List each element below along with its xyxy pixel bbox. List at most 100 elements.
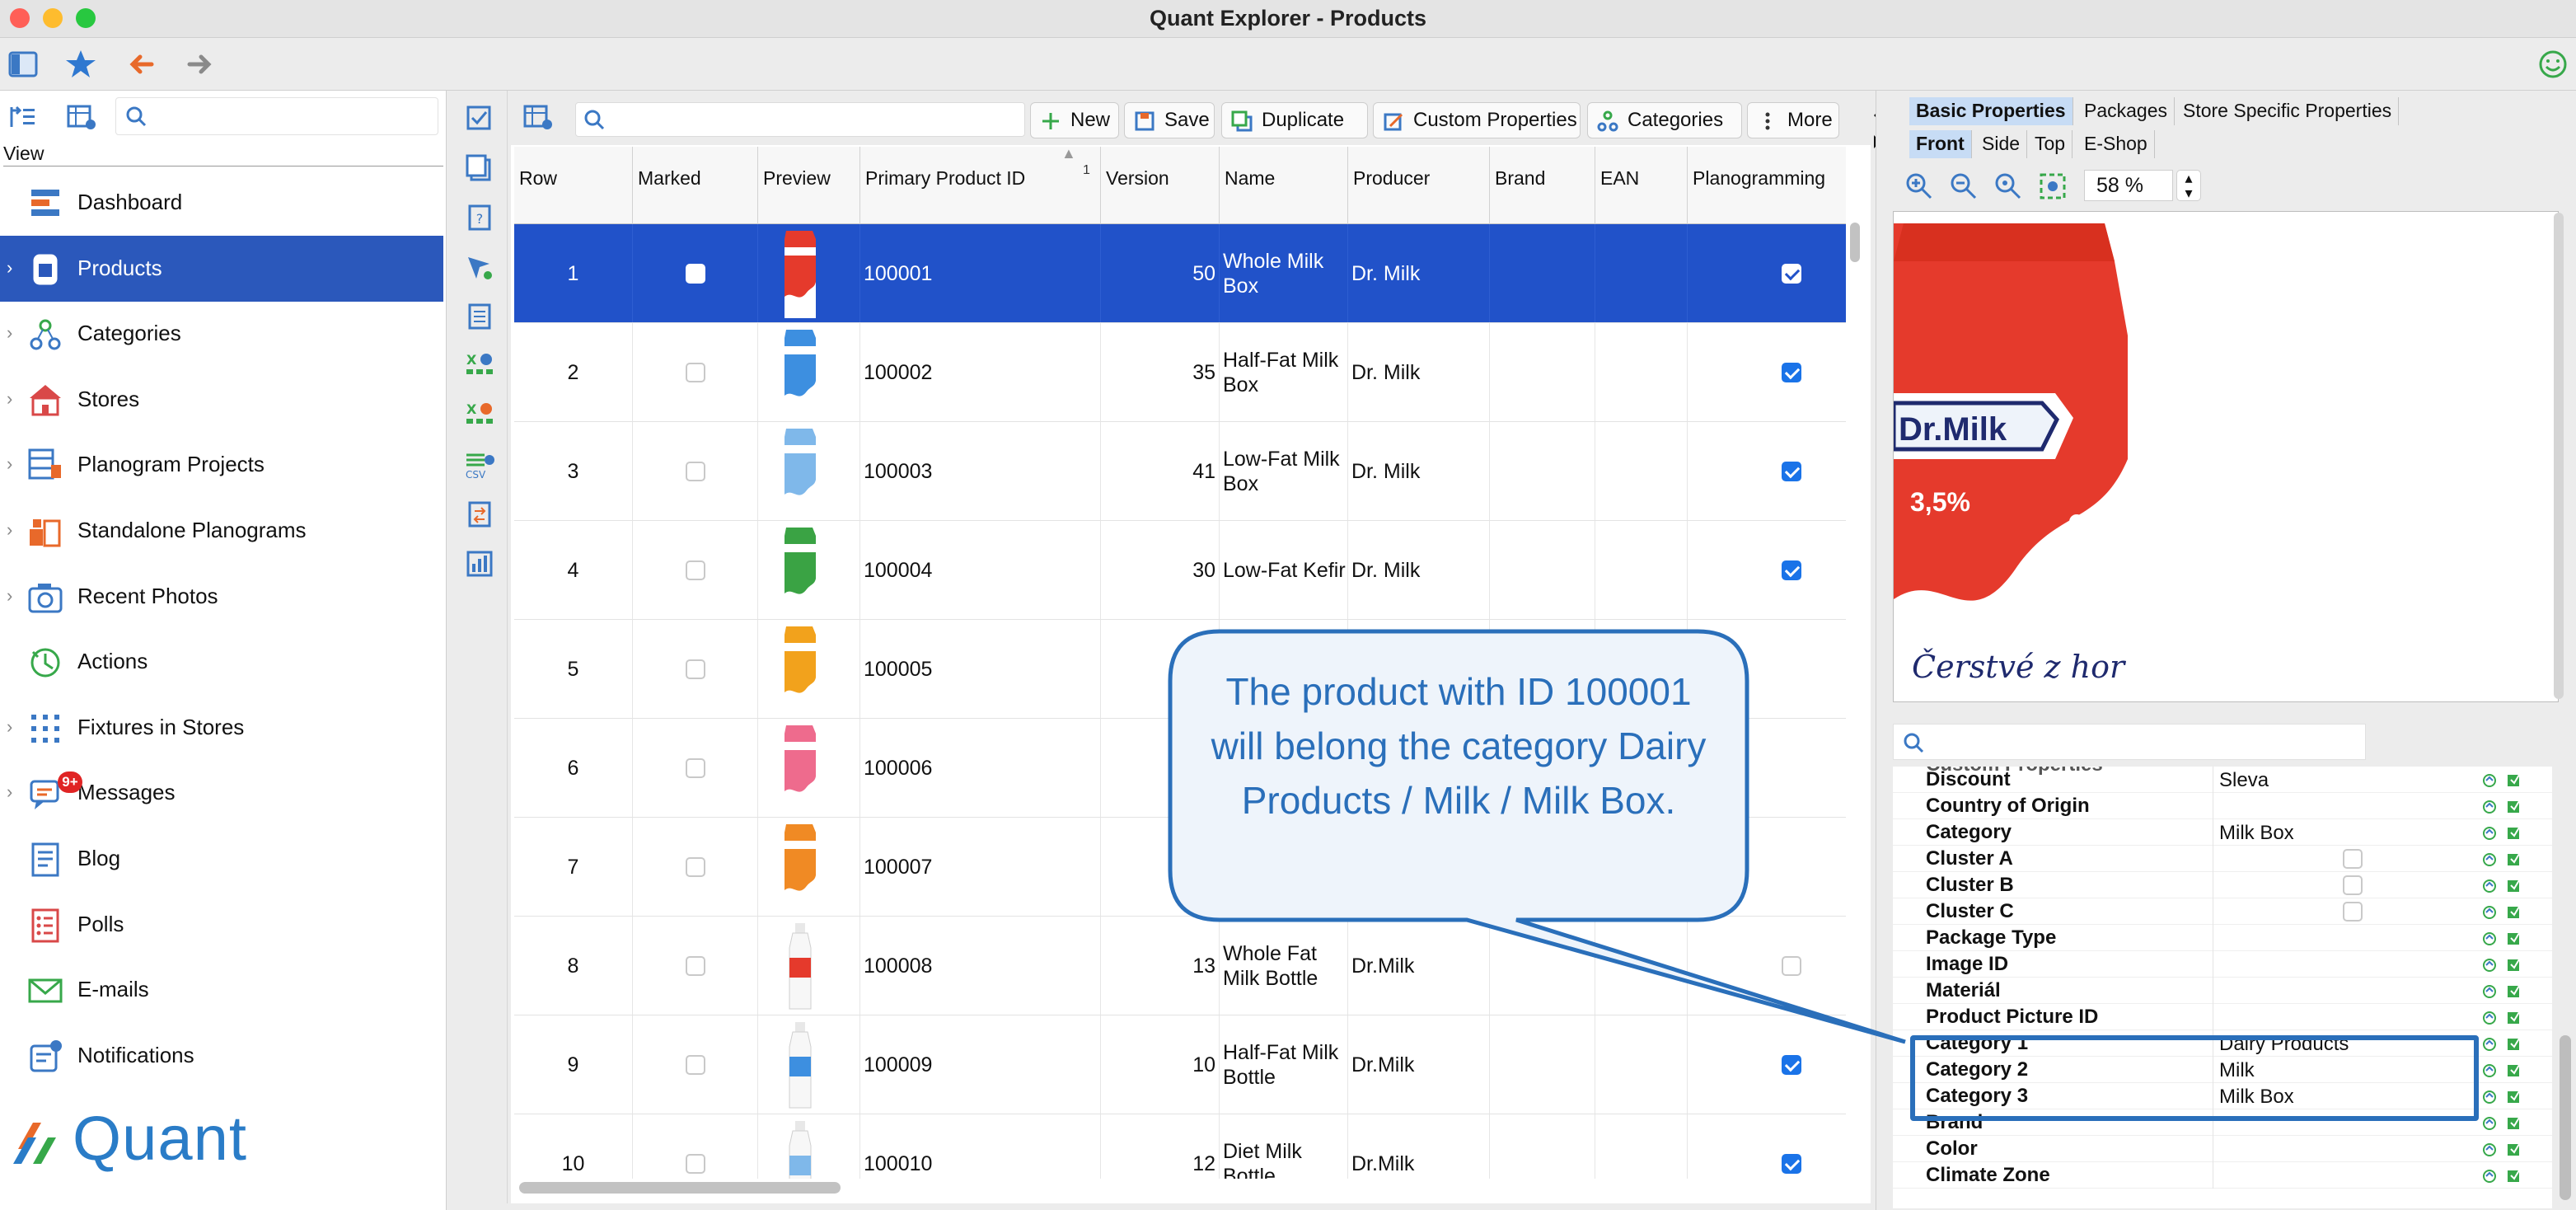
sidebar-item-standalone-planograms[interactable]: › Standalone Planograms <box>0 498 443 564</box>
check-list-icon[interactable] <box>463 102 496 135</box>
sidebar-item-stores[interactable]: › Stores <box>0 367 443 433</box>
properties-search-input[interactable] <box>1893 724 2366 760</box>
sidebar-item-categories[interactable]: › Categories <box>0 301 443 367</box>
sidebar-item-actions[interactable]: Actions <box>0 629 443 695</box>
grid-import-icon[interactable]: X <box>463 399 496 432</box>
property-action-icons[interactable] <box>2481 1062 2527 1080</box>
property-row-cluster-c[interactable]: Cluster C <box>1893 898 2552 925</box>
sidebar-toggle-icon[interactable] <box>7 48 40 81</box>
copy-icon[interactable] <box>463 152 496 185</box>
table-row[interactable]: 3 100003 41 Low-Fat Milk Box Dr. Milk <box>514 422 1846 521</box>
property-action-icons[interactable] <box>2481 1167 2527 1185</box>
help-doc-icon[interactable]: ? <box>463 201 496 234</box>
map-pin-icon[interactable] <box>463 251 496 284</box>
column-header-ean[interactable]: EAN <box>1595 147 1688 224</box>
column-header-version[interactable]: Version <box>1101 147 1220 224</box>
save-button[interactable]: Save <box>1124 102 1215 138</box>
property-action-icons[interactable] <box>2481 1035 2527 1053</box>
marked-checkbox[interactable] <box>685 263 705 284</box>
column-header-producer[interactable]: Producer <box>1348 147 1490 224</box>
new-button[interactable]: New <box>1030 102 1119 138</box>
marked-checkbox[interactable] <box>685 757 705 778</box>
property-action-icons[interactable] <box>2481 851 2527 869</box>
more-button[interactable]: More <box>1747 102 1839 138</box>
marked-checkbox[interactable] <box>685 362 705 382</box>
view-tab-top[interactable]: Top <box>2028 130 2073 158</box>
property-row-product-picture-id[interactable]: Product Picture ID <box>1893 1004 2552 1030</box>
marked-checkbox[interactable] <box>685 659 705 679</box>
sidebar-item-notifications[interactable]: Notifications <box>0 1023 443 1089</box>
custom-properties-button[interactable]: Custom Properties <box>1373 102 1581 138</box>
zoom-stepper[interactable]: ▴ ▾ <box>2176 170 2201 201</box>
planogramming-checkbox[interactable] <box>1781 362 1801 382</box>
property-checkbox[interactable] <box>2343 875 2363 895</box>
csv-export-icon[interactable]: CSV <box>463 448 496 481</box>
sidebar-item-dashboard[interactable]: Dashboard <box>0 170 443 236</box>
property-action-icons[interactable] <box>2481 771 2527 790</box>
bar-chart-icon[interactable] <box>463 547 496 580</box>
transfer-icon[interactable] <box>463 498 496 531</box>
table-horizontal-scrollbar[interactable] <box>519 1179 1838 1197</box>
column-header-marked[interactable]: Marked <box>633 147 758 224</box>
duplicate-button[interactable]: Duplicate <box>1221 102 1368 138</box>
table-row[interactable]: 10 100010 12 Diet Milk Bottle Dr.Milk <box>514 1114 1846 1179</box>
chevron-right-icon[interactable]: › <box>7 781 12 803</box>
column-header-preview[interactable]: Preview <box>758 147 860 224</box>
property-row-package-type[interactable]: Package Type <box>1893 925 2552 951</box>
tab-packages[interactable]: Packages <box>2077 97 2176 125</box>
back-arrow-icon[interactable] <box>125 48 158 81</box>
column-header-name[interactable]: Name <box>1220 147 1348 224</box>
favorites-star-icon[interactable] <box>64 48 97 81</box>
property-row-materi-l[interactable]: Materiál <box>1893 978 2552 1004</box>
table-settings-icon[interactable] <box>66 102 97 132</box>
column-header-row[interactable]: Row <box>514 147 633 224</box>
planogramming-checkbox[interactable] <box>1781 263 1801 284</box>
forward-arrow-icon[interactable] <box>183 48 216 81</box>
property-row-cluster-b[interactable]: Cluster B <box>1893 872 2552 898</box>
categories-button[interactable]: Categories <box>1587 102 1742 138</box>
property-row-image-id[interactable]: Image ID <box>1893 951 2552 978</box>
column-header-brand[interactable]: Brand <box>1490 147 1595 224</box>
sidebar-item-messages[interactable]: › Messages 9+ <box>0 760 443 826</box>
property-checkbox[interactable] <box>2343 902 2363 922</box>
property-action-icons[interactable] <box>2481 877 2527 895</box>
chevron-right-icon[interactable]: › <box>7 585 12 607</box>
property-checkbox[interactable] <box>2343 849 2363 869</box>
view-tab-e-shop[interactable]: E-Shop <box>2077 130 2155 158</box>
chevron-right-icon[interactable]: › <box>7 322 12 344</box>
fit-to-window-icon[interactable] <box>2036 170 2069 203</box>
marked-checkbox[interactable] <box>685 1054 705 1075</box>
property-action-icons[interactable] <box>2481 1114 2527 1133</box>
sidebar-item-e-mails[interactable]: E-mails <box>0 957 443 1023</box>
tab-basic-properties[interactable]: Basic Properties <box>1909 97 2073 125</box>
marked-checkbox[interactable] <box>685 560 705 580</box>
grid-export-icon[interactable]: X <box>463 349 496 382</box>
tab-store-specific-properties[interactable]: Store Specific Properties <box>2176 97 2400 125</box>
chevron-right-icon[interactable]: › <box>7 519 12 541</box>
table-row[interactable]: 2 100002 35 Half-Fat Milk Box Dr. Milk <box>514 323 1846 422</box>
property-action-icons[interactable] <box>2481 1088 2527 1106</box>
property-row-category[interactable]: Category Milk Box <box>1893 819 2552 846</box>
property-action-icons[interactable] <box>2481 903 2527 922</box>
property-action-icons[interactable] <box>2481 1141 2527 1159</box>
zoom-in-icon[interactable] <box>1903 170 1936 203</box>
zoom-level-field[interactable]: 58 % <box>2084 170 2173 201</box>
marked-checkbox[interactable] <box>685 1153 705 1174</box>
chevron-right-icon[interactable]: › <box>7 716 12 738</box>
planogramming-checkbox[interactable] <box>1781 560 1801 580</box>
sidebar-item-recent-photos[interactable]: › Recent Photos <box>0 564 443 630</box>
preview-scrollbar[interactable] <box>2552 211 2565 702</box>
sidebar-item-products[interactable]: › Products <box>0 235 443 302</box>
property-action-icons[interactable] <box>2481 1009 2527 1027</box>
marked-checkbox[interactable] <box>685 856 705 877</box>
property-action-icons[interactable] <box>2481 983 2527 1001</box>
property-value[interactable]: Sleva <box>2219 769 2269 792</box>
document-list-icon[interactable] <box>463 300 496 333</box>
table-view-icon[interactable] <box>522 102 554 134</box>
table-row[interactable]: 1 100001 50 Whole Milk Box Dr. Milk <box>514 224 1846 323</box>
marked-checkbox[interactable] <box>685 955 705 976</box>
planogramming-checkbox[interactable] <box>1781 461 1801 481</box>
property-action-icons[interactable] <box>2481 824 2527 842</box>
property-row-cluster-a[interactable]: Cluster A <box>1893 846 2552 872</box>
view-tab-front[interactable]: Front <box>1909 130 1972 158</box>
